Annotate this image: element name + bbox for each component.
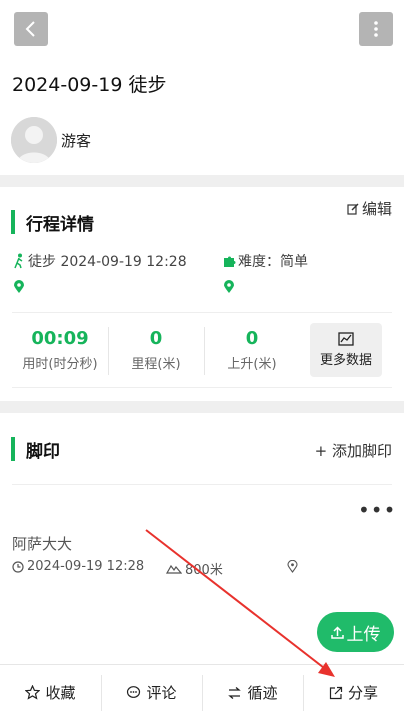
swap-arrows-icon — [228, 686, 242, 699]
trip-type-time-text: 徒步 2024-09-19 12:28 — [28, 254, 187, 270]
location-pin-icon — [287, 560, 298, 573]
chevron-left-icon — [25, 21, 35, 37]
footprint-time: 2024-09-19 12:28 — [12, 559, 144, 574]
stat-label: 上升(米) — [227, 357, 277, 372]
vertical-dots-icon — [374, 21, 378, 37]
back-button[interactable] — [14, 12, 48, 46]
follow-track-button[interactable]: 循迹 — [202, 665, 303, 720]
share-icon — [329, 686, 343, 699]
section-divider — [0, 175, 404, 187]
comment-button[interactable]: 评论 — [101, 665, 202, 720]
section-divider — [0, 401, 404, 413]
bottom-action-bar: 收藏 评论 循迹 分享 — [0, 664, 404, 720]
stat-ascent: 0 上升(米) — [204, 313, 300, 387]
location-pin-icon — [224, 280, 234, 293]
upload-icon — [330, 625, 344, 639]
upload-button[interactable]: 上传 — [317, 612, 394, 652]
edit-label: 编辑 — [361, 200, 392, 218]
more-data-label: 更多数据 — [319, 353, 372, 368]
edit-button[interactable]: 编辑 — [347, 198, 392, 219]
more-data-button[interactable]: 更多数据 — [310, 323, 382, 377]
upload-label: 上传 — [346, 624, 381, 645]
line-chart-icon — [338, 332, 354, 346]
favorite-label: 收藏 — [45, 684, 76, 702]
follow-track-label: 循迹 — [247, 684, 278, 702]
user-name: 游客 — [61, 131, 92, 150]
stat-label: 里程(米) — [131, 357, 181, 372]
comment-label: 评论 — [146, 684, 177, 702]
footprint-more-button[interactable]: ••• — [358, 498, 396, 522]
divider — [12, 484, 392, 485]
mountain-icon — [166, 564, 182, 574]
edit-icon — [347, 203, 359, 215]
footprint-altitude-text: 800米 — [185, 563, 223, 578]
stat-duration: 00:09 用时(时分秒) — [12, 313, 108, 387]
stat-label: 用时(时分秒) — [22, 357, 98, 372]
location-pin-icon — [14, 280, 24, 293]
star-icon — [25, 685, 41, 700]
trip-difficulty: 难度：简单 — [223, 251, 308, 271]
clock-icon — [12, 560, 24, 573]
detail-section-title: 行程详情 — [26, 215, 94, 235]
stat-value: 0 — [245, 328, 259, 349]
top-bar — [0, 0, 404, 58]
footprint-time-text: 2024-09-19 12:28 — [27, 559, 145, 574]
stat-value: 0 — [149, 328, 163, 349]
stats-panel: 00:09 用时(时分秒) 0 里程(米) 0 上升(米) 更多数据 — [12, 312, 392, 388]
share-button[interactable]: 分享 — [303, 665, 404, 720]
add-footprint-button[interactable]: + 添加脚印 — [315, 440, 392, 461]
puzzle-icon — [224, 256, 236, 267]
stat-value: 00:09 — [31, 328, 89, 349]
stat-distance: 0 里程(米) — [108, 313, 204, 387]
footprint-altitude: 800米 — [166, 559, 223, 578]
section-accent-bar — [11, 210, 15, 234]
trip-type-time: 徒步 2024-09-19 12:28 — [12, 251, 187, 271]
more-options-button[interactable] — [359, 12, 393, 46]
section-accent-bar — [11, 437, 15, 461]
user-row[interactable]: 游客 — [11, 117, 91, 163]
footprint-section-title: 脚印 — [26, 442, 60, 462]
hiking-icon — [14, 253, 23, 269]
user-placeholder-icon — [11, 117, 57, 163]
comment-icon — [127, 686, 141, 698]
favorite-button[interactable]: 收藏 — [0, 665, 101, 720]
avatar[interactable] — [11, 117, 57, 163]
footprint-name: 阿萨大大 — [12, 535, 73, 553]
share-label: 分享 — [347, 684, 378, 702]
trip-title: 2024-09-19 徒步 — [12, 74, 167, 96]
difficulty-text: 难度：简单 — [238, 254, 308, 270]
